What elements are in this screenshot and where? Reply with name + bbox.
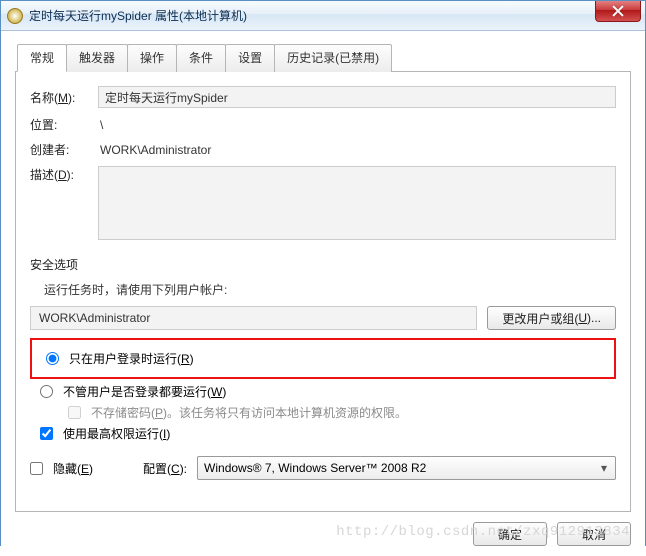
account-field: WORK\Administrator <box>30 306 477 330</box>
tab-strip: 常规 触发器 操作 条件 设置 历史记录(已禁用) <box>15 43 631 72</box>
name-field[interactable]: 定时每天运行mySpider <box>98 86 616 108</box>
checkbox-hidden-input[interactable] <box>30 462 43 475</box>
radio-run-whether-logged-on[interactable]: 不管用户是否登录都要运行(W) <box>30 383 616 400</box>
tab-history[interactable]: 历史记录(已禁用) <box>274 44 392 72</box>
tab-triggers[interactable]: 触发器 <box>66 44 128 72</box>
ok-button[interactable]: 确定 <box>473 522 547 546</box>
change-user-button[interactable]: 更改用户或组(U)... <box>487 306 616 330</box>
run-as-label: 运行任务时，请使用下列用户帐户: <box>44 281 616 298</box>
checkbox-no-store-password: 不存储密码(P)。该任务将只有访问本地计算机资源的权限。 <box>58 404 616 421</box>
close-icon <box>612 5 624 17</box>
configure-for-value: Windows® 7, Windows Server™ 2008 R2 <box>204 461 426 475</box>
tab-actions[interactable]: 操作 <box>127 44 177 72</box>
creator-value: WORK\Administrator <box>98 143 616 157</box>
configure-for-select[interactable]: Windows® 7, Windows Server™ 2008 R2 <box>197 456 616 480</box>
name-value: 定时每天运行mySpider <box>105 89 228 106</box>
radio-run-only-logged-on-input[interactable] <box>46 352 59 365</box>
configure-for-label: 配置(C): <box>143 460 187 477</box>
creator-label: 创建者: <box>30 141 98 158</box>
location-value: \ <box>98 118 616 132</box>
title-bar: 定时每天运行mySpider 属性(本地计算机) <box>1 1 645 31</box>
tab-general[interactable]: 常规 <box>17 44 67 72</box>
highlight-box: 只在用户登录时运行(R) <box>30 338 616 379</box>
location-label: 位置: <box>30 116 98 133</box>
cancel-button[interactable]: 取消 <box>557 522 631 546</box>
checkbox-hidden[interactable]: 隐藏(E) <box>30 460 93 477</box>
tab-settings[interactable]: 设置 <box>225 44 275 72</box>
description-field[interactable] <box>98 166 616 240</box>
security-options-title: 安全选项 <box>30 256 616 273</box>
checkbox-no-store-password-input <box>68 406 81 419</box>
name-label: 名称(M): <box>30 89 98 106</box>
tab-conditions[interactable]: 条件 <box>176 44 226 72</box>
app-icon <box>7 8 23 24</box>
checkbox-highest-privileges[interactable]: 使用最高权限运行(I) <box>30 425 616 442</box>
checkbox-highest-privileges-input[interactable] <box>40 427 53 440</box>
close-button[interactable] <box>595 1 641 22</box>
description-label: 描述(D): <box>30 166 98 183</box>
radio-run-whether-logged-on-input[interactable] <box>40 385 53 398</box>
window-title: 定时每天运行mySpider 属性(本地计算机) <box>29 7 247 24</box>
radio-run-only-logged-on[interactable]: 只在用户登录时运行(R) <box>36 350 610 367</box>
tab-body-general: 名称(M): 定时每天运行mySpider 位置: \ 创建者: WORK\Ad… <box>15 72 631 512</box>
account-value: WORK\Administrator <box>39 311 150 325</box>
